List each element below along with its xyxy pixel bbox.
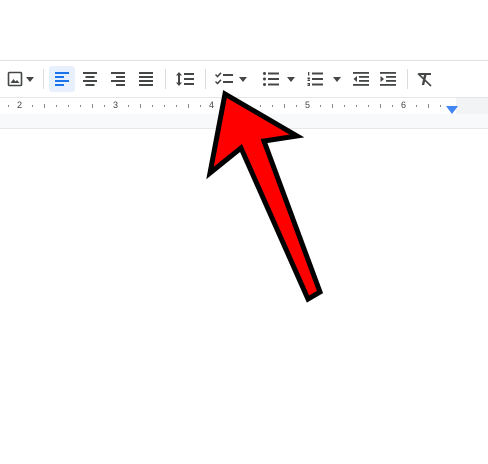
red-arrow-icon — [206, 90, 324, 303]
